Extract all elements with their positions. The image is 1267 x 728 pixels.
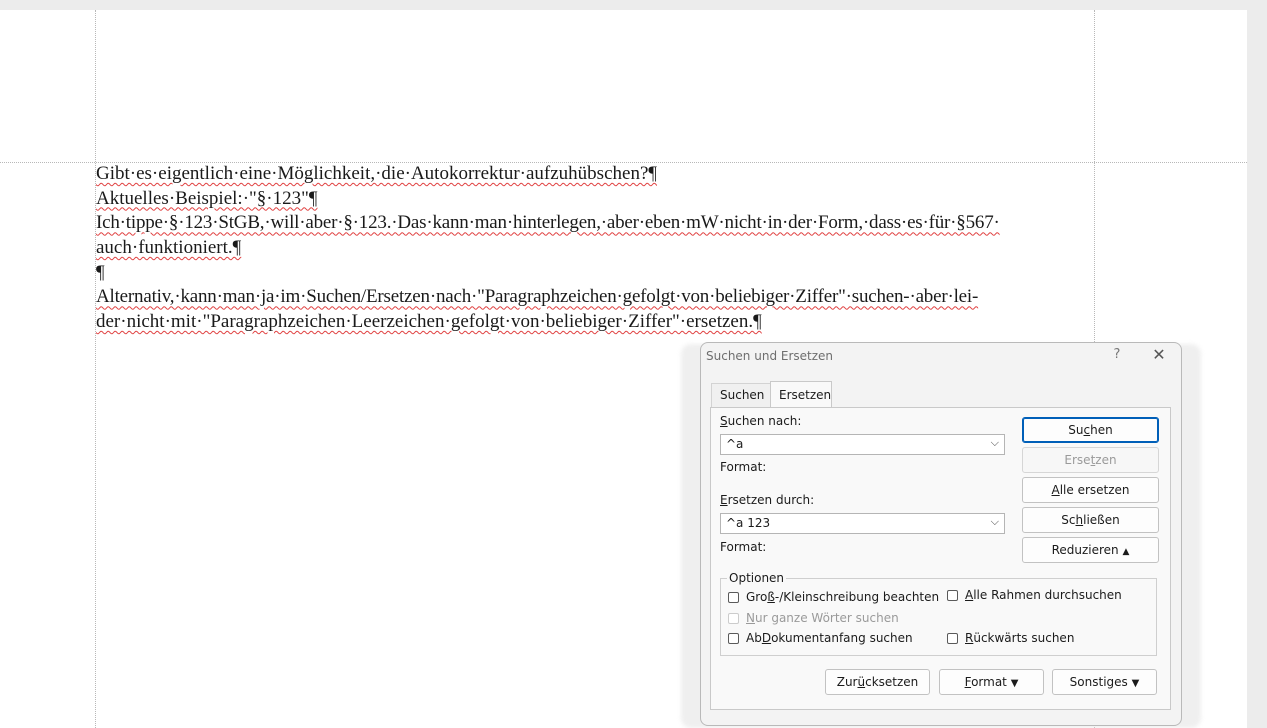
format-label: Format:: [720, 460, 767, 474]
options-legend: Optionen: [727, 571, 787, 585]
doc-line[interactable]: auch·funktioniert.¶: [96, 236, 1096, 261]
replace-input[interactable]: ^a 123 ⌵: [720, 513, 1005, 534]
find-button[interactable]: Suchen: [1022, 417, 1159, 443]
document-body[interactable]: Gibt·es·eigentlich·eine·Möglichkeit,·die…: [96, 162, 1096, 335]
replace-tab-panel: Suchen nach: ^a ⌵ Format: Ersetzen durch…: [710, 407, 1171, 710]
whole-words-checkbox[interactable]: Nur ganze Wörter suchen: [728, 611, 899, 625]
reset-button[interactable]: Zurücksetzen: [825, 669, 930, 695]
replace-value[interactable]: ^a 123: [726, 516, 770, 530]
replace-label: Ersetzen durch:: [720, 493, 815, 507]
find-label: Suchen nach:: [720, 414, 802, 428]
dialog-title: Suchen und Ersetzen: [706, 349, 834, 363]
options-group: Optionen Gro ß -/Kleinschreibung beachten …: [720, 571, 1157, 656]
help-icon[interactable]: ?: [1109, 347, 1125, 362]
doc-line[interactable]: ¶: [96, 261, 1096, 286]
checkbox-box[interactable]: [728, 612, 739, 624]
caret-down-icon: ▼: [1010, 678, 1019, 689]
close-button[interactable]: Schließen: [1022, 507, 1159, 533]
replace-button[interactable]: Ersetzen: [1022, 447, 1159, 473]
chevron-up-icon: ▲: [1122, 547, 1130, 557]
reduce-button[interactable]: Reduzieren ▲: [1022, 537, 1159, 563]
caret-down-icon: ▼: [1131, 678, 1140, 689]
other-button[interactable]: Sonstiges ▼: [1052, 669, 1157, 695]
format-label: Format:: [720, 540, 767, 554]
checkbox-box[interactable]: [947, 589, 958, 601]
all-frames-checkbox[interactable]: Alle Rahmen durchsuchen: [947, 588, 1122, 602]
doc-line[interactable]: Aktuelles·Beispiel:·"§·123"¶: [96, 187, 1096, 212]
checkbox-box[interactable]: [947, 632, 958, 644]
find-replace-dialog: Suchen und Ersetzen ? ✕ Suchen Ersetzen …: [700, 342, 1182, 726]
chevron-down-icon[interactable]: ⌵: [991, 436, 999, 450]
doc-line[interactable]: Alternativ,·kann·man·ja·im·Suchen/Ersetz…: [96, 285, 1096, 310]
replace-all-button[interactable]: Alle ersetzen: [1022, 477, 1159, 503]
find-value[interactable]: ^a: [726, 437, 743, 451]
doc-line[interactable]: Ich·tippe·§·123·StGB,·will·aber·§·123.·D…: [96, 211, 1096, 236]
chevron-down-icon[interactable]: ⌵: [991, 515, 999, 529]
close-icon[interactable]: ✕: [1150, 345, 1168, 364]
checkbox-box[interactable]: [728, 591, 739, 603]
checkbox-box[interactable]: [728, 632, 739, 644]
doc-line[interactable]: Gibt·es·eigentlich·eine·Möglichkeit,·die…: [96, 162, 1096, 187]
format-button[interactable]: Format ▼: [939, 669, 1044, 695]
backwards-checkbox[interactable]: Rückwärts suchen: [947, 631, 1074, 645]
match-case-checkbox[interactable]: Gro ß -/Kleinschreibung beachten: [728, 590, 939, 604]
margin-guide-left: [95, 10, 96, 728]
find-input[interactable]: ^a ⌵: [720, 434, 1005, 455]
from-start-checkbox[interactable]: Ab Dokumentanfang suchen: [728, 631, 913, 645]
tab-suchen[interactable]: Suchen: [711, 383, 771, 407]
doc-line[interactable]: der·nicht·mit·"Paragraphzeichen·Leerzeic…: [96, 310, 1096, 335]
tab-ersetzen[interactable]: Ersetzen: [770, 381, 832, 408]
